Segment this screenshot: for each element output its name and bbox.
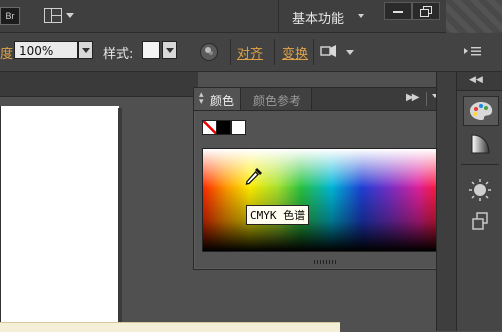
- divider: [461, 164, 499, 165]
- dock-gutter: [436, 72, 457, 331]
- divider: [278, 0, 279, 32]
- restore-button[interactable]: [412, 2, 440, 20]
- layers-panel-button[interactable]: [463, 208, 497, 236]
- document-tab-bar: [0, 72, 198, 97]
- none-swatch[interactable]: [202, 120, 217, 135]
- chevron-down-icon[interactable]: [346, 50, 354, 55]
- expand-dock-icon[interactable]: ◀◀: [469, 75, 483, 85]
- color-panel-button[interactable]: [463, 96, 499, 126]
- bridge-icon[interactable]: Br: [0, 7, 20, 25]
- collapse-panel-icon[interactable]: ▶▶: [406, 92, 419, 103]
- artboard-shadow: [118, 108, 122, 331]
- style-dropdown-button[interactable]: [162, 41, 177, 59]
- tab-color[interactable]: ▴ ▾ 颜色: [194, 88, 241, 110]
- appearance-panel-button[interactable]: [463, 176, 497, 204]
- gradient-icon: [471, 134, 490, 154]
- minimize-button[interactable]: [384, 2, 412, 20]
- panel-menu-icon[interactable]: [464, 46, 482, 56]
- control-bar: 度: 100% 样式: 对齐 变换: [0, 33, 502, 72]
- chevron-down-icon: [66, 13, 74, 18]
- black-swatch[interactable]: [216, 120, 231, 135]
- isolate-selection-icon[interactable]: [320, 44, 338, 58]
- arrange-documents-icon: [44, 8, 62, 23]
- color-guide-button[interactable]: [463, 130, 497, 158]
- palette-icon: [470, 102, 493, 120]
- opacity-dropdown-button[interactable]: [78, 41, 93, 59]
- sun-icon: [469, 179, 491, 201]
- style-label: 样式:: [103, 47, 134, 62]
- divider: [426, 92, 427, 106]
- artboard-canvas[interactable]: [0, 106, 119, 331]
- opacity-input[interactable]: 100%: [14, 41, 78, 59]
- recolor-artwork-icon[interactable]: [200, 43, 218, 61]
- color-panel: ▴ ▾ 颜色 颜色参考 ▶▶ CMYK 色谱: [193, 87, 458, 270]
- transform-link[interactable]: 变换: [282, 43, 308, 62]
- application-bar: Br 基本功能: [0, 0, 502, 33]
- restore-icon-back: [420, 9, 429, 17]
- tab-color-guide-label: 颜色参考: [253, 94, 302, 108]
- panel-options-toggle-icon[interactable]: ▴ ▾: [199, 91, 204, 107]
- white-swatch[interactable]: [231, 120, 246, 135]
- dock-header[interactable]: ◀◀: [457, 72, 502, 91]
- divider: [274, 39, 275, 65]
- color-panel-header: ▴ ▾ 颜色 颜色参考 ▶▶: [194, 88, 457, 111]
- arrange-documents-button[interactable]: [44, 6, 78, 26]
- resize-grip-icon[interactable]: [314, 260, 336, 264]
- tab-color-guide[interactable]: 颜色参考: [241, 88, 312, 110]
- tab-color-label: 颜色: [210, 94, 235, 108]
- workspace-switcher[interactable]: 基本功能: [292, 8, 344, 27]
- chevron-down-icon[interactable]: [358, 14, 364, 18]
- panel-dock: ◀◀: [456, 72, 502, 331]
- spectrum-tooltip: CMYK 色谱: [246, 205, 310, 225]
- eyedropper-icon: [245, 168, 262, 185]
- cmyk-spectrum-ramp[interactable]: [202, 148, 438, 252]
- align-link[interactable]: 对齐: [237, 43, 263, 62]
- divider: [230, 39, 231, 65]
- layers-icon: [472, 212, 488, 230]
- divider: [313, 39, 314, 65]
- graphic-style-swatch[interactable]: [142, 41, 160, 59]
